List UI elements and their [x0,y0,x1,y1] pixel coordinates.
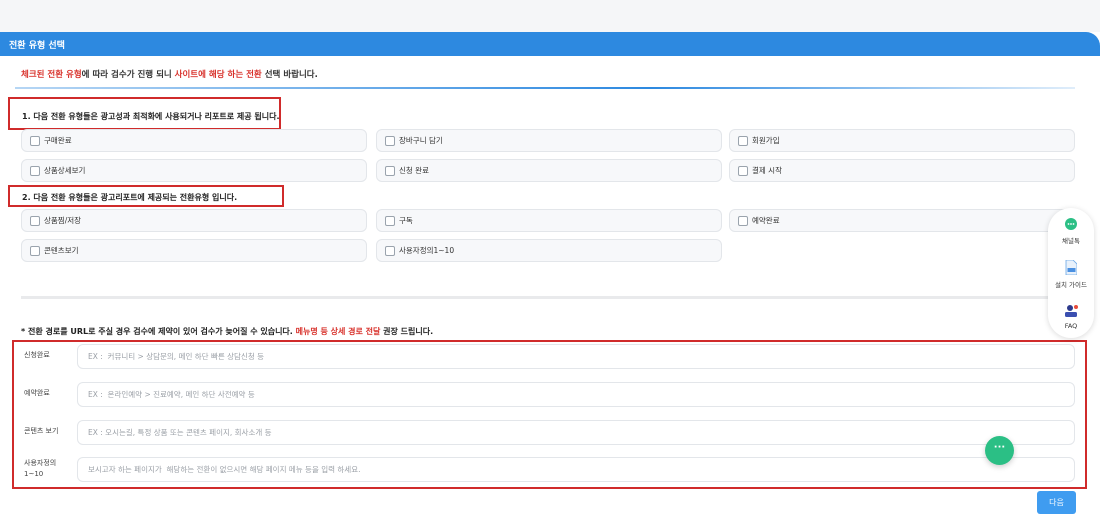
route-input-reservation[interactable] [77,382,1075,407]
chat-dots-icon: ··· [993,442,1006,453]
checkbox-custom-1-10[interactable]: 사용자정의1~10 [376,239,722,262]
checkbox-label: 구독 [399,216,413,225]
faq-icon [1065,305,1078,317]
checkbox-label: 콘텐츠보기 [44,246,79,255]
section-divider [21,296,1078,299]
side-item-label: 채널톡 [1062,237,1080,245]
notice-underline [15,87,1075,89]
checkbox-icon[interactable] [385,136,395,146]
route-notice-highlight: 메뉴명 등 상세 경로 전달 [295,327,381,336]
checkbox-icon[interactable] [385,246,395,256]
checkbox-purchase-complete[interactable]: 구매완료 [21,129,367,152]
checkbox-label: 상품찜/저장 [44,216,82,225]
chat-bubble-icon [1065,218,1077,230]
checkbox-checkout-start[interactable]: 결제 시작 [729,159,1075,182]
checkbox-icon[interactable] [738,166,748,176]
selection-notice: 체크된 전환 유형에 따라 검수가 진행 되니 사이트에 해당 하는 전환 선택… [21,68,318,80]
route-notice-text-2: 권장 드립니다. [380,327,434,336]
checkbox-application-complete[interactable]: 신청 완료 [376,159,722,182]
route-notice-text-1: * 전환 경로를 URL로 주실 경우 검수에 제약이 있어 검수가 늦어질 수… [21,327,296,336]
checkbox-icon[interactable] [30,136,40,146]
notice-text-2: 선택 바랍니다. [261,70,318,80]
route-input-application[interactable] [77,344,1075,369]
checkbox-icon[interactable] [30,246,40,256]
checkbox-label: 예약완료 [752,216,780,225]
section2-title: 2. 다음 전환 유형들은 광고리포트에 제공되는 전환유형 입니다. [22,193,238,202]
route-notice: * 전환 경로를 URL로 주실 경우 검수에 제약이 있어 검수가 늦어질 수… [21,326,433,337]
checkbox-label: 구매완료 [44,136,72,145]
route-label-content-view: 콘텐츠 보기 [24,427,59,435]
checkbox-add-to-cart[interactable]: 장바구니 담기 [376,129,722,152]
checkbox-content-view[interactable]: 콘텐츠보기 [21,239,367,262]
notice-highlight-1: 체크된 전환 유형 [21,70,82,80]
side-item-install-guide[interactable]: 설치 가이드 [1048,260,1094,289]
checkbox-icon[interactable] [738,216,748,226]
header-title: 전환 유형 선택 [9,41,65,51]
checkbox-label: 신청 완료 [399,166,429,175]
checkbox-label: 사용자정의1~10 [399,246,455,255]
checkbox-subscribe[interactable]: 구독 [376,209,722,232]
checkbox-label: 상품상세보기 [44,166,86,175]
checkbox-icon[interactable] [738,136,748,146]
route-label-reservation: 예약완료 [24,389,50,397]
side-item-label: 설치 가이드 [1055,281,1087,289]
section1-title: 1. 다음 전환 유형들은 광고성과 최적화에 사용되거나 리포트로 제공 됩니… [22,112,280,121]
notice-text-1: 에 따라 검수가 진행 되니 [81,70,175,80]
route-label-application: 신청완료 [24,351,50,359]
next-button[interactable]: 다음 [1037,491,1076,514]
route-input-custom[interactable] [77,457,1075,482]
checkbox-icon[interactable] [30,166,40,176]
top-band [0,0,1100,32]
route-label-custom: 사용자정의 1~10 [24,459,57,478]
checkbox-icon[interactable] [30,216,40,226]
notice-highlight-2: 사이트에 해당 하는 전환 [174,70,262,80]
document-icon [1065,260,1077,275]
side-item-faq[interactable]: FAQ [1048,304,1094,330]
checkbox-product-detail[interactable]: 상품상세보기 [21,159,367,182]
checkbox-label: 회원가입 [752,136,780,145]
section-header: 전환 유형 선택 [0,32,1100,56]
chat-launcher-button[interactable]: ··· [985,436,1014,465]
checkbox-reservation-complete[interactable]: 예약완료 [729,209,1075,232]
floating-side-panel: 채널톡 설치 가이드 FAQ [1048,208,1094,338]
side-item-channel-talk[interactable]: 채널톡 [1048,218,1094,245]
checkbox-icon[interactable] [385,216,395,226]
checkbox-signup[interactable]: 회원가입 [729,129,1075,152]
checkbox-wishlist[interactable]: 상품찜/저장 [21,209,367,232]
checkbox-label: 장바구니 담기 [399,136,443,145]
checkbox-label: 결제 시작 [752,166,782,175]
route-input-content-view[interactable] [77,420,1075,445]
checkbox-icon[interactable] [385,166,395,176]
side-item-label: FAQ [1064,322,1078,330]
